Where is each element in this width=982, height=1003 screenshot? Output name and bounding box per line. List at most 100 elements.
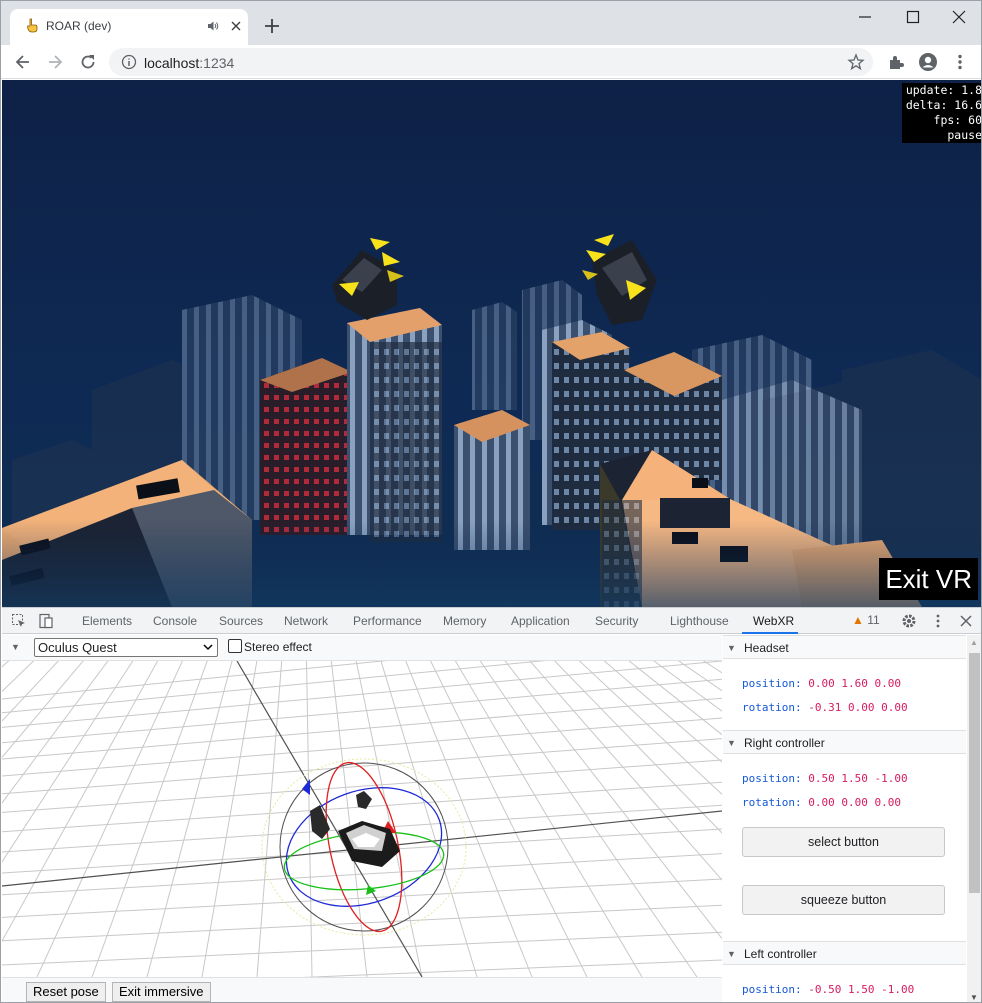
webxr-properties-panel: ▼ Headset position: 0.00 1.60 0.00 rotat… (723, 635, 981, 1002)
tab-webxr[interactable]: WebXR (753, 614, 794, 628)
right-controller-section-header[interactable]: ▼ Right controller (723, 730, 966, 754)
warnings-badge[interactable]: ▲ 11 (852, 613, 880, 627)
right-rotation-value[interactable]: 0.00 0.00 0.00 (808, 796, 901, 809)
url-text: localhost:1234 (144, 55, 234, 71)
extensions-icon[interactable] (886, 52, 906, 72)
forward-icon[interactable] (45, 52, 65, 72)
tab-console[interactable]: Console (153, 614, 197, 628)
left-controller-title: Left controller (744, 947, 817, 961)
inspect-element-icon[interactable] (11, 613, 27, 629)
squeeze-button[interactable]: squeeze button (742, 885, 945, 915)
warning-icon: ▲ (852, 613, 864, 627)
tab-performance[interactable]: Performance (353, 614, 422, 628)
close-window-icon[interactable] (949, 7, 969, 27)
stereo-effect-checkbox[interactable] (228, 639, 242, 653)
left-position-label: position: (742, 983, 802, 996)
tab-application[interactable]: Application (511, 614, 570, 628)
city-scene (2, 234, 981, 607)
active-tab-indicator (742, 632, 798, 634)
headset-rotation: rotation: -0.31 0.00 0.00 (742, 701, 908, 714)
headset-section-header[interactable]: ▼ Headset (723, 635, 966, 659)
hand-favicon-icon (27, 18, 38, 33)
headset-position: position: 0.00 1.60 0.00 (742, 677, 901, 690)
right-controller-rotation: rotation: 0.00 0.00 0.00 (742, 796, 901, 809)
more-options-icon[interactable] (930, 613, 946, 629)
url-host: localhost (144, 55, 200, 71)
scrollbar-thumb[interactable] (969, 653, 980, 893)
browser-tab[interactable]: ROAR (dev) (10, 9, 248, 45)
maximize-icon[interactable] (903, 7, 923, 27)
left-claw (332, 238, 404, 320)
tab-lighthouse[interactable]: Lighthouse (670, 614, 729, 628)
title-bar: ROAR (dev) (1, 1, 981, 45)
tab-network[interactable]: Network (284, 614, 328, 628)
browser-toolbar: localhost:1234 (1, 45, 981, 79)
collapse-arrow-icon[interactable]: ▼ (11, 642, 20, 652)
devtools-tabbar: Elements Console Sources Network Perform… (2, 608, 981, 634)
stat-update: update: 1.8 (905, 83, 982, 97)
collapse-arrow-icon: ▼ (727, 643, 736, 653)
webxr-device-bar: ▼ Oculus Quest Stereo effect (2, 635, 722, 661)
new-tab-icon[interactable] (263, 17, 281, 35)
headset-position-label: position: (742, 677, 802, 690)
webxr-footer: Reset pose Exit immersive (2, 977, 722, 1002)
left-position-value[interactable]: -0.50 1.50 -1.00 (808, 983, 914, 996)
left-controller-section-header[interactable]: ▼ Left controller (723, 941, 966, 965)
settings-gear-icon[interactable] (901, 613, 917, 629)
devtools-panel: Elements Console Sources Network Perform… (2, 607, 981, 1002)
chevron-down-icon (203, 644, 213, 651)
right-rotation-label: rotation: (742, 796, 802, 809)
emulator-3d-viewport[interactable] (2, 661, 722, 977)
info-icon[interactable] (121, 54, 137, 70)
tab-title: ROAR (dev) (46, 19, 112, 33)
panel-scrollbar[interactable]: ▲ ▼ (967, 635, 981, 1002)
reset-pose-button[interactable]: Reset pose (26, 982, 106, 1002)
url-port: :1234 (199, 55, 235, 71)
profile-icon[interactable] (918, 52, 938, 72)
headset-rotation-label: rotation: (742, 701, 802, 714)
minimize-icon[interactable] (855, 7, 875, 27)
scroll-down-icon[interactable]: ▼ (970, 993, 978, 1002)
reload-icon[interactable] (78, 52, 98, 72)
right-controller-title: Right controller (744, 736, 825, 750)
back-icon[interactable] (13, 52, 33, 72)
headset-model[interactable] (310, 791, 400, 867)
device-toolbar-icon[interactable] (38, 613, 54, 629)
stat-fps: fps: 60 (933, 113, 982, 127)
stat-pause: pause (947, 128, 982, 142)
right-claw (582, 234, 657, 325)
tab-elements[interactable]: Elements (82, 614, 132, 628)
tab-memory[interactable]: Memory (443, 614, 486, 628)
speaker-icon[interactable] (206, 19, 220, 33)
stereo-effect-label: Stereo effect (244, 640, 312, 654)
collapse-arrow-icon: ▼ (727, 949, 736, 959)
stat-delta: delta: 16.6 (905, 98, 982, 112)
select-button[interactable]: select button (742, 827, 945, 857)
webxr-scene-canvas[interactable]: update: 1.8 delta: 16.6 fps: 60 pause Ex… (2, 80, 982, 607)
device-select-value: Oculus Quest (38, 640, 117, 655)
grid-floor (2, 661, 722, 977)
headset-rotation-value[interactable]: -0.31 0.00 0.00 (808, 701, 907, 714)
menu-icon[interactable] (950, 52, 970, 72)
webxr-emulator-view: ▼ Oculus Quest Stereo effect Reset pose … (2, 635, 722, 1002)
exit-immersive-button[interactable]: Exit immersive (112, 982, 211, 1002)
browser-window: ROAR (dev) localhost:1234 update: 1.8 de… (0, 0, 982, 1003)
right-position-label: position: (742, 772, 802, 785)
headset-position-value[interactable]: 0.00 1.60 0.00 (808, 677, 901, 690)
tab-sources[interactable]: Sources (219, 614, 263, 628)
tab-security[interactable]: Security (595, 614, 638, 628)
right-position-value[interactable]: 0.50 1.50 -1.00 (808, 772, 907, 785)
device-select[interactable]: Oculus Quest (34, 638, 218, 657)
scroll-up-icon[interactable]: ▲ (970, 638, 978, 647)
warnings-count: 11 (867, 613, 880, 627)
bookmark-star-icon[interactable] (847, 53, 865, 71)
close-devtools-icon[interactable] (958, 613, 974, 629)
address-bar[interactable]: localhost:1234 (109, 48, 873, 76)
exit-vr-button[interactable]: Exit VR (879, 558, 978, 600)
perf-stats: update: 1.8 delta: 16.6 fps: 60 pause (901, 83, 982, 143)
right-controller-position: position: 0.50 1.50 -1.00 (742, 772, 908, 785)
headset-title: Headset (744, 641, 789, 655)
collapse-arrow-icon: ▼ (727, 738, 736, 748)
close-tab-icon[interactable] (228, 18, 244, 34)
left-controller-position: position: -0.50 1.50 -1.00 (742, 983, 914, 996)
